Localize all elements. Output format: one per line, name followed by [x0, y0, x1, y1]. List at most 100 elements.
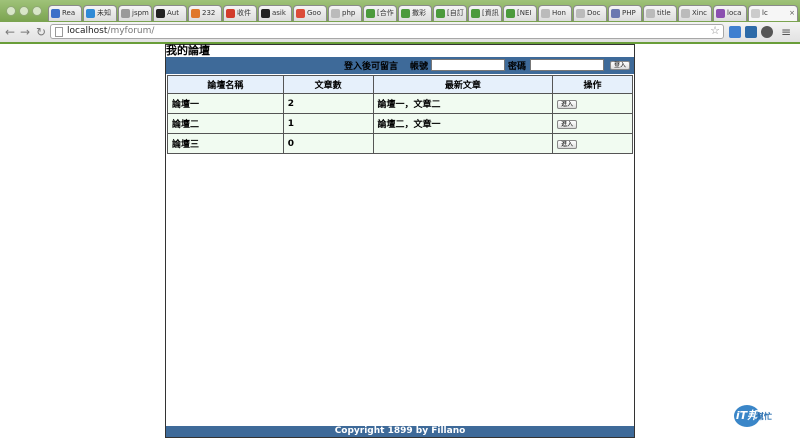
browser-tab-active[interactable]: lc × [748, 5, 798, 21]
back-button[interactable]: ← [5, 24, 15, 40]
login-button[interactable]: 登入 [610, 61, 631, 70]
browser-tab[interactable]: Hon [538, 5, 572, 21]
tab-label: jspm [132, 9, 149, 17]
browser-tab[interactable]: jspm [118, 5, 152, 21]
enter-forum-button[interactable]: 進入 [557, 99, 578, 109]
latest-post-cell [372, 133, 554, 154]
tab-label: lc [762, 9, 768, 17]
tab-favicon-icon [646, 9, 655, 18]
tab-favicon-icon [471, 9, 480, 18]
tab-favicon-icon [436, 9, 445, 18]
tab-favicon-icon [156, 9, 165, 18]
tab-favicon-icon [366, 9, 375, 18]
post-count-cell: 0 [282, 133, 374, 154]
enter-forum-button[interactable]: 進入 [557, 139, 578, 149]
window-zoom-button[interactable] [32, 6, 42, 16]
browser-menu-icon[interactable]: ≡ [781, 24, 791, 40]
password-label: 密碼 [508, 62, 527, 72]
forward-button[interactable]: → [20, 24, 30, 40]
window-minimize-button[interactable] [19, 6, 29, 16]
address-bar[interactable]: localhost/myforum/ ☆ [50, 24, 724, 39]
browser-tab[interactable]: Goo [293, 5, 327, 21]
browser-tab[interactable]: Xinc [678, 5, 712, 21]
browser-tab[interactable]: 232 [188, 5, 222, 21]
forum-name-cell: 論壇三 [167, 133, 284, 154]
tab-label: [NEI [517, 9, 532, 17]
password-input[interactable] [530, 59, 604, 71]
browser-tab[interactable]: asik [258, 5, 292, 21]
tab-label: [合作 [377, 9, 394, 17]
browser-tab[interactable]: [NEI [503, 5, 537, 21]
bookmark-star-icon[interactable]: ☆ [710, 24, 720, 37]
tab-label: [資訊 [482, 9, 499, 17]
browser-tab[interactable]: [自訂 [433, 5, 467, 21]
tab-favicon-icon [226, 9, 235, 18]
browser-tab[interactable]: 撒彩 [398, 5, 432, 21]
browser-tab[interactable]: Aut [153, 5, 187, 21]
tab-label: asik [272, 9, 286, 17]
tab-favicon-icon [191, 9, 200, 18]
page-icon [55, 27, 63, 37]
tab-favicon-icon [86, 9, 95, 18]
browser-tab[interactable]: Rea [48, 5, 82, 21]
tab-favicon-icon [121, 9, 130, 18]
login-bar: 登入後可留言 帳號 密碼 登入 [166, 57, 634, 74]
tab-favicon-icon [751, 9, 760, 18]
tab-label: Rea [62, 9, 76, 17]
browser-tab[interactable]: php [328, 5, 362, 21]
browser-tabs: Rea 未知 jspm Aut 232 收件 asik Goo php [合作 撒彩 [自訂 [資訊 [N… [48, 5, 799, 22]
tab-favicon-icon [576, 9, 585, 18]
post-count-cell: 1 [282, 113, 374, 134]
extension-icon[interactable] [729, 26, 741, 38]
browser-tab[interactable]: 未知 [83, 5, 117, 21]
post-count-cell: 2 [282, 93, 374, 114]
browser-tab[interactable]: 收件 [223, 5, 257, 21]
browser-tab[interactable]: PHP [608, 5, 642, 21]
tab-label: php [342, 9, 356, 17]
action-cell: 進入 [552, 93, 633, 114]
table-row: 論壇二 1 論壇二，文章一 進入 [167, 113, 633, 134]
reload-button[interactable]: ↻ [36, 24, 46, 40]
enter-forum-button[interactable]: 進入 [557, 119, 578, 129]
browser-tab-strip: Rea 未知 jspm Aut 232 收件 asik Goo php [合作 撒彩 [自訂 [資訊 [N… [0, 0, 800, 23]
window-close-button[interactable] [6, 6, 16, 16]
column-header-latest-post: 最新文章 [372, 75, 554, 94]
action-cell: 進入 [552, 133, 633, 154]
extension-icon[interactable] [745, 26, 757, 38]
tab-label: Aut [167, 9, 179, 17]
column-header-post-count: 文章數 [282, 75, 374, 94]
tab-label: 232 [202, 9, 216, 17]
tab-close-icon[interactable]: × [789, 6, 795, 21]
account-input[interactable] [431, 59, 505, 71]
column-header-action: 操作 [552, 75, 633, 94]
browser-tab[interactable]: [合作 [363, 5, 397, 21]
column-header-forum-name: 論壇名稱 [167, 75, 284, 94]
tab-favicon-icon [541, 9, 550, 18]
browser-tab[interactable]: title [643, 5, 677, 21]
latest-post-cell: 論壇一，文章二 [372, 93, 554, 114]
url-path: /myforum/ [107, 26, 155, 36]
tab-label: Goo [307, 9, 321, 17]
table-row: 論壇三 0 進入 [167, 133, 633, 154]
tab-favicon-icon [331, 9, 340, 18]
browser-tab[interactable]: loca [713, 5, 747, 21]
tab-favicon-icon [296, 9, 305, 18]
logo-subtext: 幫忙 [756, 412, 772, 421]
forum-name-cell: 論壇二 [167, 113, 284, 134]
browser-tab[interactable]: [資訊 [468, 5, 502, 21]
tab-label: Hon [552, 9, 566, 17]
action-cell: 進入 [552, 113, 633, 134]
tab-label: 收件 [237, 9, 251, 17]
tab-label: 撒彩 [412, 9, 426, 17]
tab-favicon-icon [716, 9, 725, 18]
account-label: 帳號 [410, 62, 429, 72]
extension-icon[interactable] [761, 26, 773, 38]
browser-tab[interactable]: Doc [573, 5, 607, 21]
tab-label: title [657, 9, 671, 17]
forum-name-cell: 論壇一 [167, 93, 284, 114]
tab-label: loca [727, 9, 742, 17]
latest-post-cell: 論壇二，文章一 [372, 113, 554, 134]
browser-toolbar: ← → ↻ localhost/myforum/ ☆ ≡ [0, 22, 800, 44]
tab-label: Xinc [692, 9, 708, 17]
ithelp-logo: iT邦 幫忙 [734, 403, 774, 431]
